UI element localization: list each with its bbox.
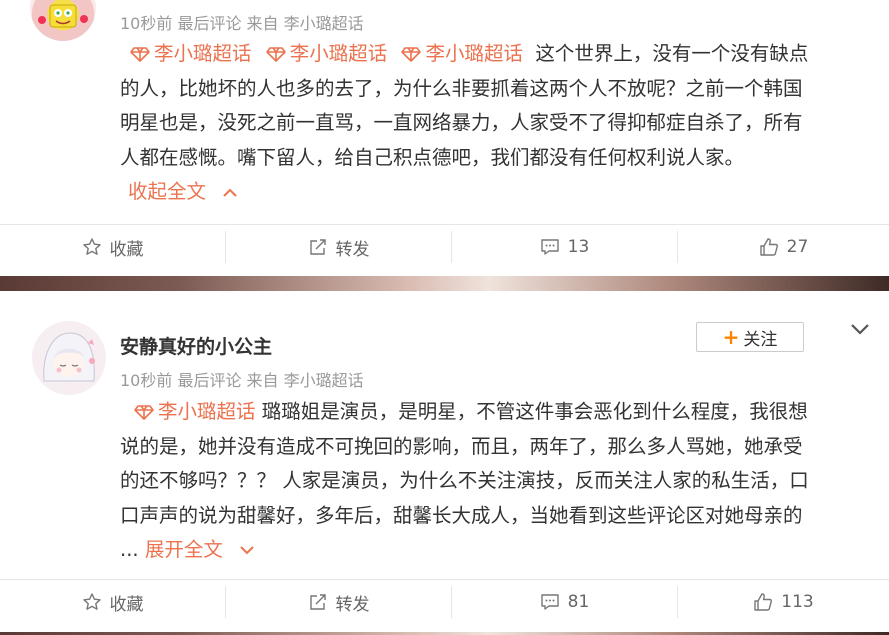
thumbs-up-icon (754, 593, 773, 611)
post-card: 安静真好的小公主 + 关注 10秒前 最后评论 来自 李小璐超话 李小璐超话 璐… (0, 291, 889, 635)
text-segment: 这个世界上，没有一个没有缺点 (535, 42, 809, 65)
comment-icon (540, 594, 559, 610)
text-segment: 璐璐姐是演员，是明星，不管这件事会恶化到什么程度，我很想 (261, 400, 808, 423)
post-text-line: 明星也是，没死之前一直骂，一直网络暴力，人家受不了得抑郁症自杀了，所有 (120, 111, 803, 134)
post-text-line: 李小璐超话 李小璐超话 李小璐超话 这个世界上，没有一个没有缺点 (120, 37, 868, 72)
collapse-link[interactable]: 收起全文 (128, 175, 868, 210)
topic-link[interactable]: 李小璐超话 (393, 42, 529, 65)
follow-button[interactable]: + 关注 (696, 322, 804, 352)
post-text-line: 李小璐超话 璐璐姐是演员，是明星，不管这件事会恶化到什么程度，我很想 (120, 395, 868, 430)
like-button[interactable]: 27 (678, 225, 889, 269)
diamond-icon (265, 47, 286, 62)
favorite-button[interactable]: 收藏 (0, 580, 225, 624)
comment-button[interactable]: 81 (452, 580, 677, 624)
post-text-line: 的还不够吗？？？ 人家是演员，为什么不关注演技，反而关注人家的私生活，口 (120, 469, 809, 492)
topic-link[interactable]: 李小璐超话 (120, 400, 262, 423)
post-text-line: 的人，比她坏的人也多的去了，为什么非要抓着这两个人不放呢？之前一个韩国 (120, 76, 803, 100)
post-text-line: 说的是，她并没有造成不可挽回的影响，而且，两年了，那么多人骂她，她承受 (120, 434, 803, 458)
post-meta: 10秒前 最后评论 来自 李小璐超话 (120, 14, 364, 33)
favorite-button[interactable]: 收藏 (0, 225, 225, 269)
post-text: 李小璐超话 李小璐超话 李小璐超话 这个世界上，没有一个没有缺点 的人，比她坏的… (120, 37, 868, 210)
diamond-icon (130, 47, 150, 62)
expand-link[interactable]: 展开全文 (145, 538, 255, 561)
post-text: 李小璐超话 璐璐姐是演员，是明星，不管这件事会恶化到什么程度，我很想 说的是，她… (120, 395, 868, 568)
repost-icon (309, 594, 326, 610)
thumbs-up-icon (759, 238, 778, 256)
repost-button[interactable]: 转发 (226, 580, 451, 624)
star-icon (82, 238, 101, 255)
topic-link[interactable]: 李小璐超话 (120, 42, 258, 65)
post-text-line: ... 展开全文 (120, 533, 868, 568)
repost-button[interactable]: 转发 (226, 225, 451, 269)
diamond-icon (401, 47, 422, 62)
post-text-line: 口声声的说为甜馨好，多年后，甜馨长大成人，当她看到这些评论区对她母亲的 (120, 503, 803, 527)
username[interactable]: 安静真好的小公主 (120, 332, 272, 359)
comment-button[interactable]: 13 (452, 225, 677, 269)
chevron-down-icon (240, 546, 254, 555)
avatar[interactable] (30, 0, 96, 41)
chevron-up-icon (223, 188, 237, 197)
plus-icon: + (722, 325, 740, 349)
diamond-icon (134, 405, 154, 420)
like-button[interactable]: 113 (678, 580, 889, 624)
post-card: 10秒前 最后评论 来自 李小璐超话 李小璐超话 李小璐超话 李小璐超话 这个世… (0, 0, 889, 276)
chevron-down-icon[interactable] (848, 319, 872, 339)
comment-icon (540, 239, 559, 255)
ellipsis: ... (120, 538, 139, 561)
action-bar: 收藏 转发 13 27 (0, 224, 889, 269)
image-strip (0, 276, 889, 291)
topic-link[interactable]: 李小璐超话 (258, 42, 394, 65)
star-icon (82, 593, 101, 610)
action-bar: 收藏 转发 81 113 (0, 579, 889, 624)
avatar[interactable] (32, 321, 106, 395)
repost-icon (309, 239, 326, 255)
post-meta: 10秒前 最后评论 来自 李小璐超话 (120, 371, 364, 390)
post-text-line: 人都在感慨。嘴下留人，给自己积点德吧，我们都没有任何权利说人家。 (120, 145, 745, 169)
